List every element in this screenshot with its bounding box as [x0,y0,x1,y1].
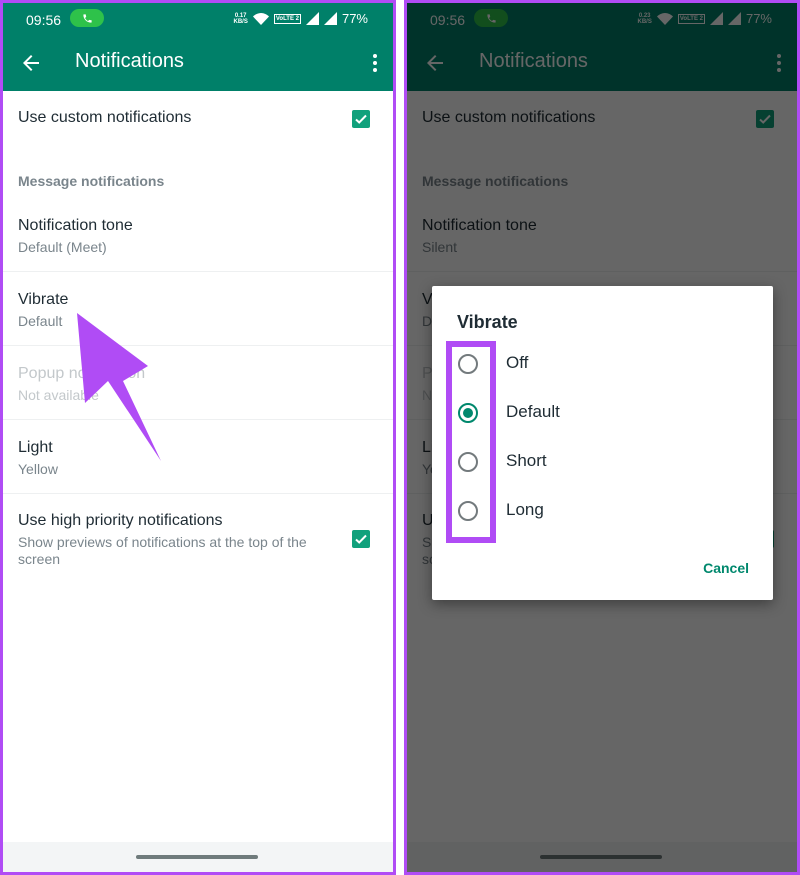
right-screen: 09:56 0.23KB/S VoLTE 2 77% Notifications… [404,0,800,875]
option-label: Off [506,353,529,372]
dialog-title: Vibrate [457,312,518,332]
vibrate-dialog: Vibrate Off Default Short Long Cancel [432,286,773,600]
annotation-highlight-box [446,341,496,543]
option-label: Default [506,402,560,421]
annotation-arrow-icon [77,313,161,461]
option-label: Short [506,451,547,470]
cancel-button[interactable]: Cancel [703,560,749,576]
option-label: Long [506,500,544,519]
left-screen: 09:56 0.17 KB/S VoLTE 2 77% Notifications… [0,0,396,875]
